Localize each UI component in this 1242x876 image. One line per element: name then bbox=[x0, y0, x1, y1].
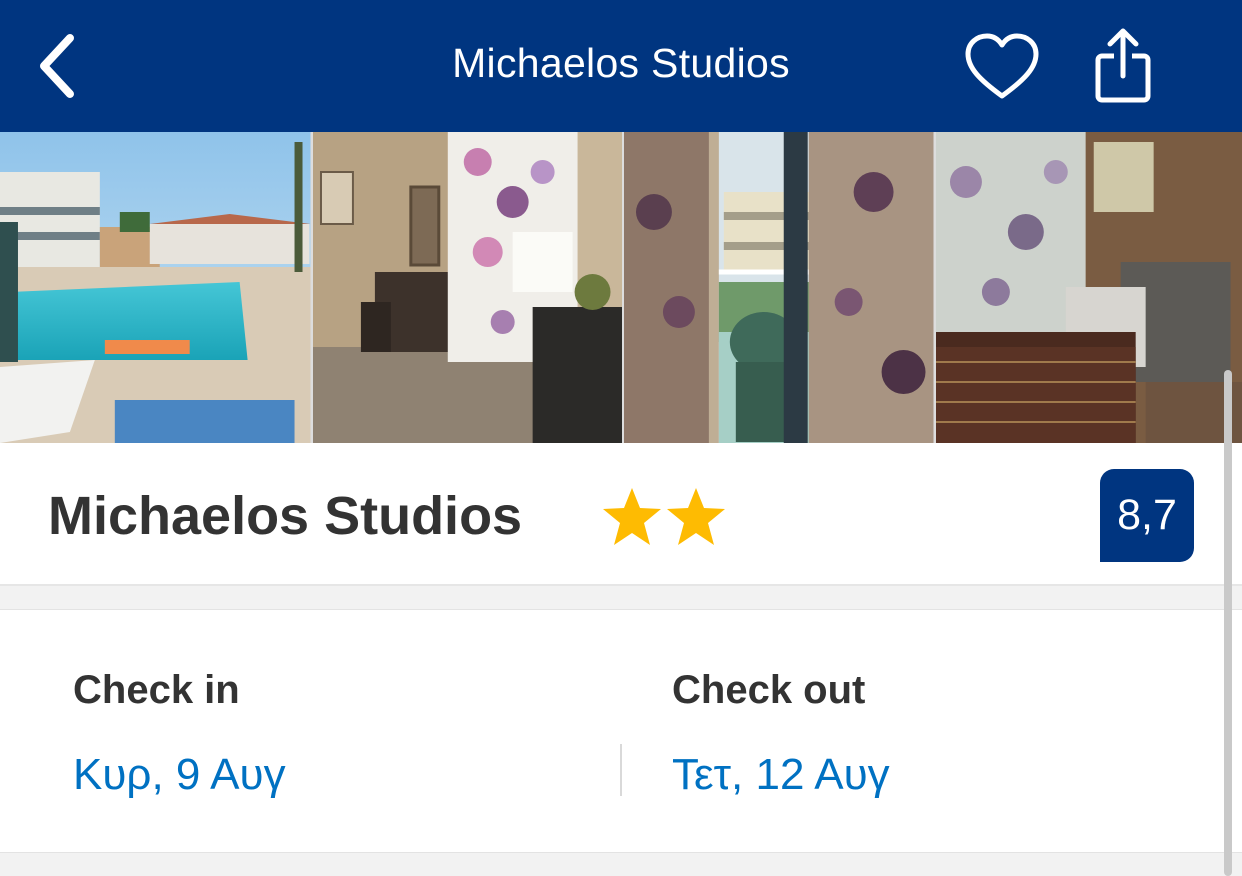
date-divider bbox=[620, 744, 622, 796]
photo-gallery bbox=[0, 132, 1242, 443]
favorite-button[interactable] bbox=[962, 30, 1042, 102]
star-rating bbox=[602, 486, 726, 548]
photo-room[interactable] bbox=[312, 132, 622, 443]
check-in-date[interactable]: Κυρ, 9 Αυγ bbox=[73, 750, 286, 800]
review-score-badge[interactable]: 8,7 bbox=[1100, 469, 1194, 562]
section-divider bbox=[0, 586, 1242, 610]
check-out-label: Check out bbox=[672, 668, 866, 712]
check-in-label: Check in bbox=[73, 668, 240, 712]
photo-pool[interactable] bbox=[0, 132, 311, 443]
star-icon bbox=[667, 488, 725, 545]
heart-outline-icon bbox=[965, 33, 1039, 99]
check-out-date[interactable]: Τετ, 12 Αυγ bbox=[672, 750, 890, 800]
hotel-name: Michaelos Studios bbox=[48, 486, 523, 546]
photo-kitchenette[interactable] bbox=[935, 132, 1242, 443]
star-icon bbox=[603, 488, 661, 545]
section-divider bbox=[0, 852, 1242, 876]
share-button[interactable] bbox=[1088, 26, 1158, 106]
hotel-details-page: Michaelos Studios Michaelos Studios 8,7 … bbox=[0, 0, 1242, 876]
photo-balcony[interactable] bbox=[624, 132, 934, 443]
nav-title: Michaelos Studios bbox=[452, 40, 790, 86]
top-nav-bar: Michaelos Studios bbox=[0, 0, 1242, 132]
date-selector: Check in Κυρ, 9 Αυγ Check out Τετ, 12 Αυ… bbox=[0, 610, 1242, 852]
share-icon bbox=[1095, 28, 1151, 103]
scrollbar[interactable] bbox=[1224, 370, 1232, 876]
